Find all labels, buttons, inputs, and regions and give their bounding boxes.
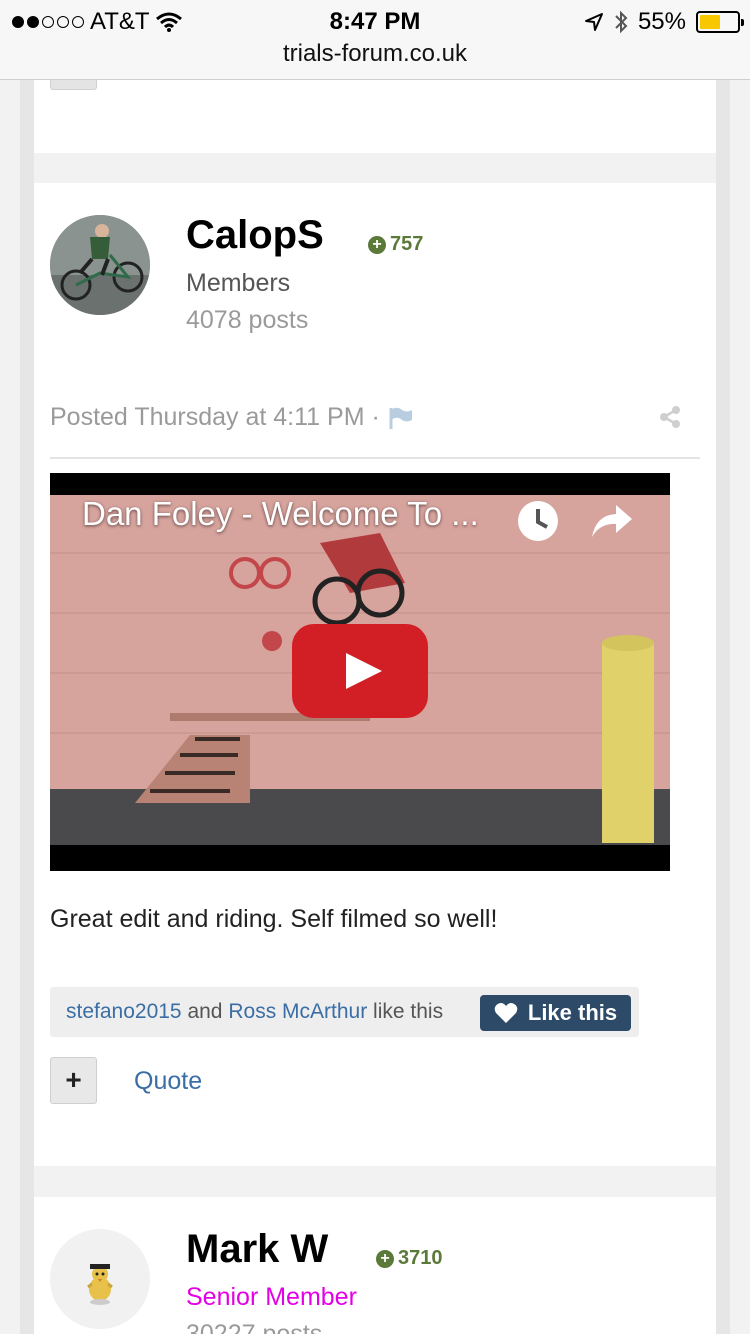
divider: [50, 457, 700, 459]
quote-link[interactable]: Quote: [134, 1067, 202, 1096]
plus-circle-icon: +: [368, 235, 386, 254]
play-icon: [346, 653, 382, 689]
previous-post-button[interactable]: [50, 80, 97, 90]
share-arrow-icon[interactable]: [590, 503, 634, 539]
reputation-count: 3710: [398, 1247, 443, 1269]
reputation-count: 757: [390, 233, 424, 255]
plus-circle-icon: +: [376, 1249, 394, 1268]
battery-level: [700, 15, 720, 29]
post-body: Great edit and riding. Self filmed so we…: [50, 905, 498, 933]
like-button[interactable]: Like this: [480, 995, 631, 1031]
likes-bar: stefano2015 and Ross McArthur like this …: [50, 987, 639, 1037]
page-gutter-right: [716, 80, 730, 1334]
reputation-badge: + 3710: [376, 1247, 443, 1270]
likes-suffix: like this: [373, 1000, 444, 1023]
author-name[interactable]: CalopS: [186, 213, 324, 258]
post-count: 30227 posts: [186, 1320, 323, 1334]
battery-percent: 55%: [637, 8, 686, 35]
battery-icon: [696, 11, 744, 33]
reputation-badge: + 757: [368, 233, 423, 256]
page-gutter-left: [20, 80, 34, 1334]
address-bar-url[interactable]: trials-forum.co.uk: [0, 40, 750, 68]
youtube-video-embed[interactable]: Dan Foley - Welcome To ...: [50, 473, 670, 871]
liker-link[interactable]: Ross McArthur: [228, 1000, 367, 1024]
avatar[interactable]: [50, 215, 150, 315]
watch-later-clock-icon[interactable]: [516, 499, 560, 543]
status-bar: AT&T 8:47 PM 55% trials-forum.co.uk: [0, 0, 750, 80]
posted-date[interactable]: Posted Thursday at 4:11 PM ·: [50, 403, 380, 432]
bluetooth-icon: [615, 10, 628, 34]
heart-icon: [494, 1003, 518, 1023]
member-group: Members: [186, 269, 291, 297]
likes-joiner: and: [187, 1000, 223, 1023]
post-count: 4078 posts: [186, 306, 309, 334]
previous-post-card: [34, 80, 716, 153]
video-title[interactable]: Dan Foley - Welcome To ...: [82, 495, 479, 533]
like-button-label: Like this: [527, 1000, 618, 1025]
avatar[interactable]: [50, 1229, 150, 1329]
location-arrow-icon: [584, 13, 603, 31]
report-flag-icon[interactable]: [388, 406, 414, 430]
forum-post: CalopS + 757 Members 4078 posts Posted T…: [34, 183, 716, 1166]
member-group: Senior Member: [186, 1283, 357, 1311]
multiquote-plus-button[interactable]: +: [50, 1057, 97, 1104]
play-button[interactable]: [292, 624, 428, 718]
next-forum-post: Mark W + 3710 Senior Member 30227 posts: [34, 1197, 716, 1334]
share-icon[interactable]: [658, 405, 682, 429]
post-meta: Posted Thursday at 4:11 PM ·: [50, 403, 414, 432]
author-name[interactable]: Mark W: [186, 1227, 328, 1272]
liker-link[interactable]: stefano2015: [66, 1000, 182, 1024]
